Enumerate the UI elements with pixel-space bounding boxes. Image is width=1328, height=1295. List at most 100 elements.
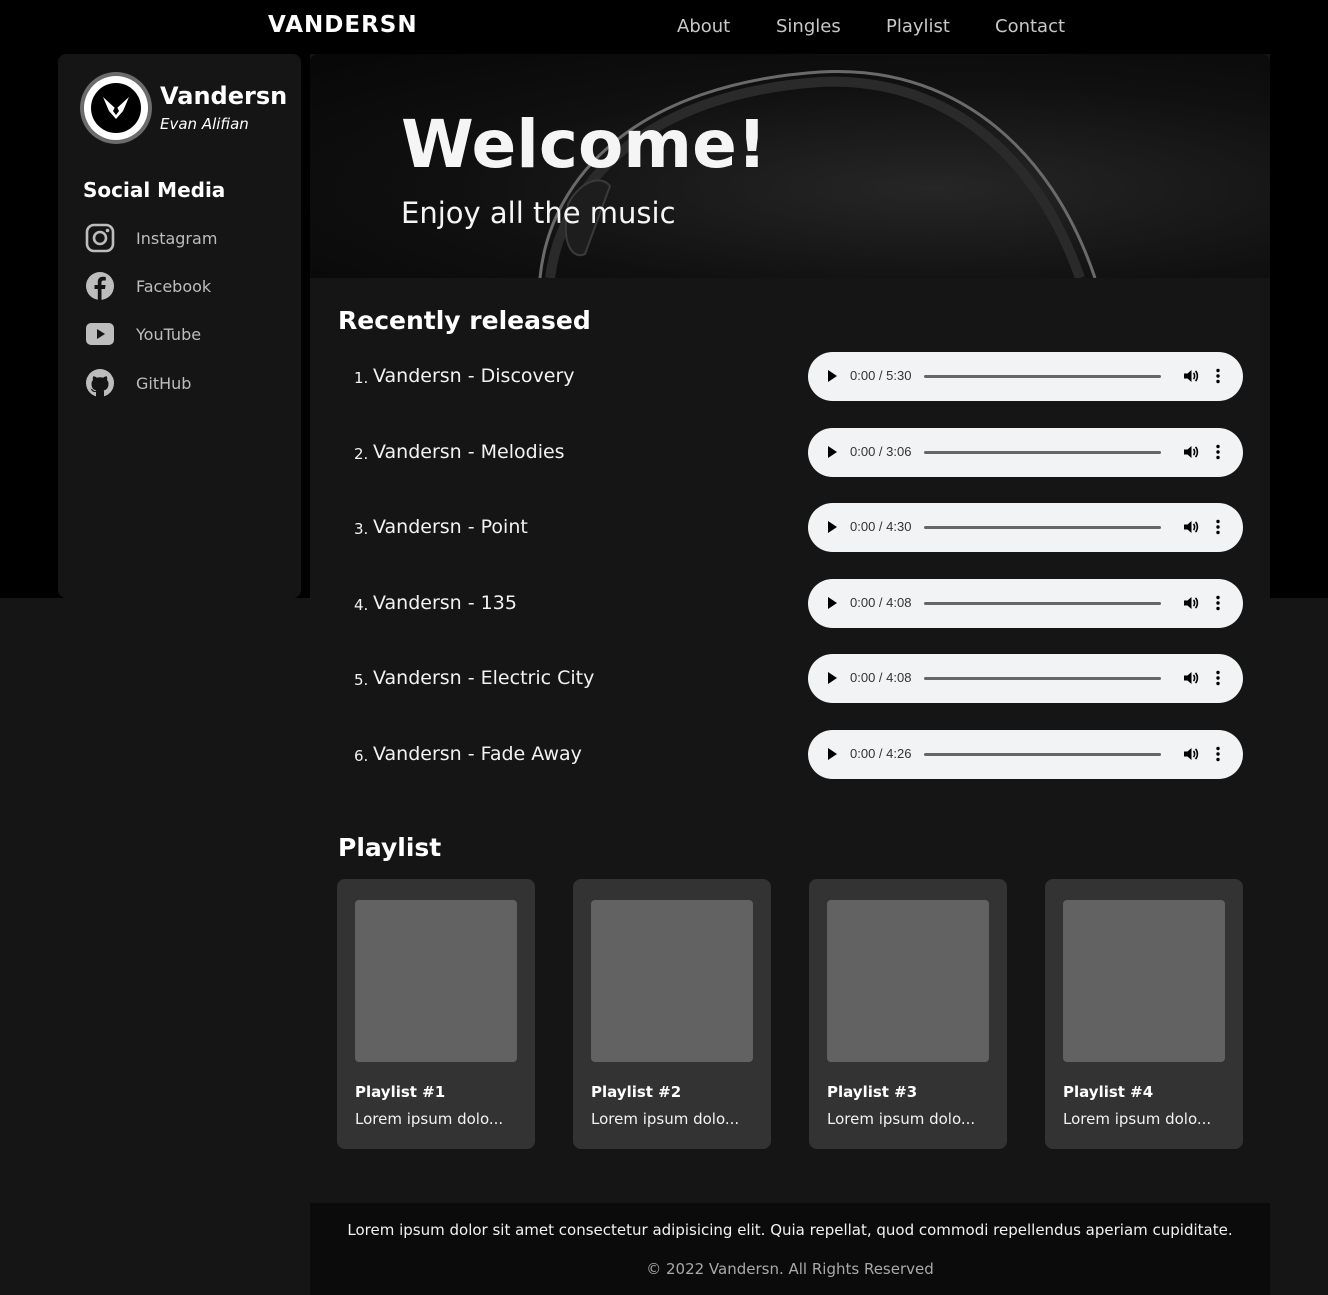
audio-player[interactable]: 0:00 / 5:30 <box>808 352 1243 401</box>
hero-subtitle: Enjoy all the music <box>401 196 676 230</box>
playlist-card[interactable]: Playlist #4 Lorem ipsum dolo... <box>1045 879 1243 1149</box>
social-link-youtube[interactable]: YouTube <box>84 318 284 350</box>
play-icon[interactable] <box>828 672 837 684</box>
playlist-description: Lorem ipsum dolo... <box>1063 1110 1212 1128</box>
volume-icon[interactable] <box>1182 669 1200 687</box>
audio-player[interactable]: 0:00 / 3:06 <box>808 428 1243 477</box>
footer-copyright: © 2022 Vandersn. All Rights Reserved <box>646 1260 934 1278</box>
audio-time: 0:00 / 4:08 <box>850 670 912 685</box>
play-icon[interactable] <box>828 748 837 760</box>
social-label: Facebook <box>136 276 212 296</box>
track-row: 2. Vandersn - Melodies 0:00 / 3:06 <box>310 428 1270 478</box>
social-link-facebook[interactable]: Facebook <box>84 270 284 302</box>
audio-progress-slider[interactable] <box>924 753 1161 756</box>
track-title: Vandersn - Electric City <box>373 667 595 689</box>
audio-time: 0:00 / 4:26 <box>850 746 912 761</box>
artist-logo-icon <box>103 97 129 119</box>
social-link-github[interactable]: GitHub <box>84 367 284 399</box>
navbar: VANDERSN About Singles Playlist Contact <box>0 0 1328 54</box>
volume-icon[interactable] <box>1182 518 1200 536</box>
playlist-cover[interactable] <box>827 900 989 1062</box>
audio-progress-slider[interactable] <box>924 451 1161 454</box>
track-row: 1. Vandersn - Discovery 0:00 / 5:30 <box>310 352 1270 402</box>
audio-progress-slider[interactable] <box>924 375 1161 378</box>
more-options-icon[interactable] <box>1212 745 1224 763</box>
artist-name: Vandersn <box>160 82 288 110</box>
nav-link-singles[interactable]: Singles <box>776 16 841 37</box>
audio-time: 0:00 / 4:30 <box>850 519 912 534</box>
instagram-icon <box>84 222 116 254</box>
audio-time: 0:00 / 4:08 <box>850 595 912 610</box>
playlist-description: Lorem ipsum dolo... <box>591 1110 740 1128</box>
more-options-icon[interactable] <box>1212 669 1224 687</box>
track-number: 5. <box>354 671 369 689</box>
audio-progress-slider[interactable] <box>924 602 1161 605</box>
audio-player[interactable]: 0:00 / 4:30 <box>808 503 1243 552</box>
playlist-title: Playlist #3 <box>827 1083 918 1101</box>
track-title: Vandersn - Point <box>373 516 528 538</box>
audio-player[interactable]: 0:00 / 4:26 <box>808 730 1243 779</box>
playlist-title: Playlist #4 <box>1063 1083 1154 1101</box>
social-label: YouTube <box>136 324 202 344</box>
audio-player[interactable]: 0:00 / 4:08 <box>808 654 1243 703</box>
track-number: 4. <box>354 596 369 614</box>
hero-title: Welcome! <box>401 106 767 183</box>
volume-icon[interactable] <box>1182 367 1200 385</box>
track-row: 6. Vandersn - Fade Away 0:00 / 4:26 <box>310 730 1270 780</box>
footer: Lorem ipsum dolor sit amet consectetur a… <box>310 1203 1270 1295</box>
play-icon[interactable] <box>828 521 837 533</box>
volume-icon[interactable] <box>1182 745 1200 763</box>
play-icon[interactable] <box>828 597 837 609</box>
track-title: Vandersn - Melodies <box>373 441 565 463</box>
track-row: 5. Vandersn - Electric City 0:00 / 4:08 <box>310 654 1270 704</box>
more-options-icon[interactable] <box>1212 443 1224 461</box>
play-icon[interactable] <box>828 446 837 458</box>
track-number: 1. <box>354 369 369 387</box>
site-logo[interactable]: VANDERSN <box>268 12 418 38</box>
audio-player[interactable]: 0:00 / 4:08 <box>808 579 1243 628</box>
playlist-cover[interactable] <box>591 900 753 1062</box>
sidebar: Vandersn Evan Alifian Social Media Insta… <box>58 54 301 598</box>
track-number: 3. <box>354 520 369 538</box>
playlist-card[interactable]: Playlist #3 Lorem ipsum dolo... <box>809 879 1007 1149</box>
playlist-title: Playlist #1 <box>355 1083 446 1101</box>
volume-icon[interactable] <box>1182 443 1200 461</box>
nav-link-contact[interactable]: Contact <box>995 16 1065 37</box>
playlist-cover[interactable] <box>355 900 517 1062</box>
track-title: Vandersn - Discovery <box>373 365 575 387</box>
github-icon <box>84 367 116 399</box>
hero-banner: Welcome! Enjoy all the music <box>310 54 1270 278</box>
playlist-card[interactable]: Playlist #2 Lorem ipsum dolo... <box>573 879 771 1149</box>
avatar <box>80 72 152 144</box>
youtube-icon <box>84 318 116 350</box>
playlist-title: Playlist #2 <box>591 1083 682 1101</box>
social-media-heading: Social Media <box>83 178 226 202</box>
track-number: 2. <box>354 445 369 463</box>
playlist-card[interactable]: Playlist #1 Lorem ipsum dolo... <box>337 879 535 1149</box>
audio-time: 0:00 / 5:30 <box>850 368 912 383</box>
social-label: Instagram <box>136 228 218 248</box>
track-title: Vandersn - 135 <box>373 592 517 614</box>
playlist-cover[interactable] <box>1063 900 1225 1062</box>
playlist-heading: Playlist <box>338 833 442 862</box>
more-options-icon[interactable] <box>1212 594 1224 612</box>
track-row: 4. Vandersn - 135 0:00 / 4:08 <box>310 579 1270 629</box>
social-link-instagram[interactable]: Instagram <box>84 222 284 254</box>
social-label: GitHub <box>136 373 192 393</box>
play-icon[interactable] <box>828 370 837 382</box>
nav-link-playlist[interactable]: Playlist <box>886 16 950 37</box>
facebook-icon <box>84 270 116 302</box>
volume-icon[interactable] <box>1182 594 1200 612</box>
audio-time: 0:00 / 3:06 <box>850 444 912 459</box>
more-options-icon[interactable] <box>1212 518 1224 536</box>
audio-progress-slider[interactable] <box>924 526 1161 529</box>
track-row: 3. Vandersn - Point 0:00 / 4:30 <box>310 503 1270 553</box>
main-content: Welcome! Enjoy all the music Recently re… <box>310 54 1270 1295</box>
nav-link-about[interactable]: About <box>677 16 730 37</box>
more-options-icon[interactable] <box>1212 367 1224 385</box>
track-title: Vandersn - Fade Away <box>373 743 582 765</box>
footer-text: Lorem ipsum dolor sit amet consectetur a… <box>347 1221 1233 1239</box>
track-number: 6. <box>354 747 369 765</box>
audio-progress-slider[interactable] <box>924 677 1161 680</box>
recently-released-heading: Recently released <box>338 306 591 335</box>
